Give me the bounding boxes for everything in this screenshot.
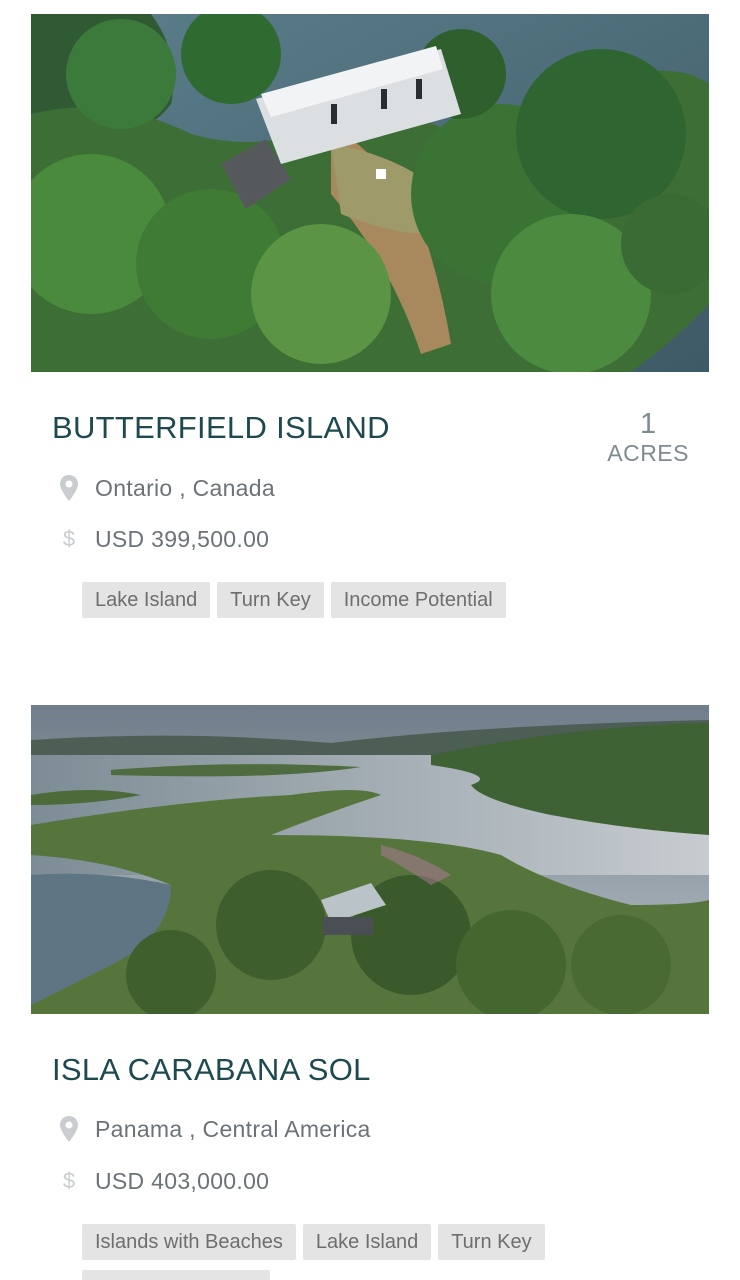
tag-list: Islands with Beaches Lake Island Turn Ke… <box>82 1224 702 1280</box>
acres-info: 1 ACRES <box>607 408 689 466</box>
tag-lake-island[interactable]: Lake Island <box>82 582 211 618</box>
price-row: $ USD 399,500.00 <box>55 524 269 554</box>
listing-card[interactable]: BUTTERFIELD ISLAND 1 ACRES Ontario , Can… <box>31 14 709 634</box>
listing-card[interactable]: ISLA CARABANA SOL Panama , Central Ameri… <box>31 705 709 1280</box>
price-text: USD 403,000.00 <box>95 1167 270 1194</box>
listing-title[interactable]: BUTTERFIELD ISLAND <box>52 410 390 446</box>
aerial-photo-mangrove-island-with-house <box>31 705 709 1014</box>
price-row: $ USD 403,000.00 <box>55 1166 269 1196</box>
dollar-icon: $ <box>62 1168 76 1193</box>
tag-turn-key[interactable]: Turn Key <box>217 582 324 618</box>
price-text: USD 399,500.00 <box>95 525 270 552</box>
tag-turn-key[interactable]: Turn Key <box>438 1224 545 1260</box>
dollar-icon: $ <box>62 526 76 551</box>
tag-list: Lake Island Turn Key Income Potential <box>82 582 702 618</box>
map-pin-icon <box>55 1114 83 1144</box>
map-pin-icon <box>55 473 83 503</box>
acres-unit: ACRES <box>607 440 689 466</box>
tag-lake-island[interactable]: Lake Island <box>302 1224 432 1260</box>
location-text: Panama , Central America <box>95 1115 371 1142</box>
tag-islands-with-beaches[interactable]: Islands with Beaches <box>82 1224 296 1260</box>
location-row: Panama , Central America <box>55 1114 371 1144</box>
listing-photo[interactable] <box>31 14 709 372</box>
listings-page: BUTTERFIELD ISLAND 1 ACRES Ontario , Can… <box>0 0 740 1280</box>
location-row: Ontario , Canada <box>55 473 275 503</box>
listing-title[interactable]: ISLA CARABANA SOL <box>52 1052 371 1088</box>
acres-value: 1 <box>640 408 657 440</box>
aerial-photo-house-on-forested-island <box>31 14 709 372</box>
location-text: Ontario , Canada <box>95 474 275 501</box>
tag-partially-visible[interactable] <box>82 1270 270 1280</box>
tag-income-potential[interactable]: Income Potential <box>330 582 506 618</box>
listing-photo[interactable] <box>31 705 709 1014</box>
